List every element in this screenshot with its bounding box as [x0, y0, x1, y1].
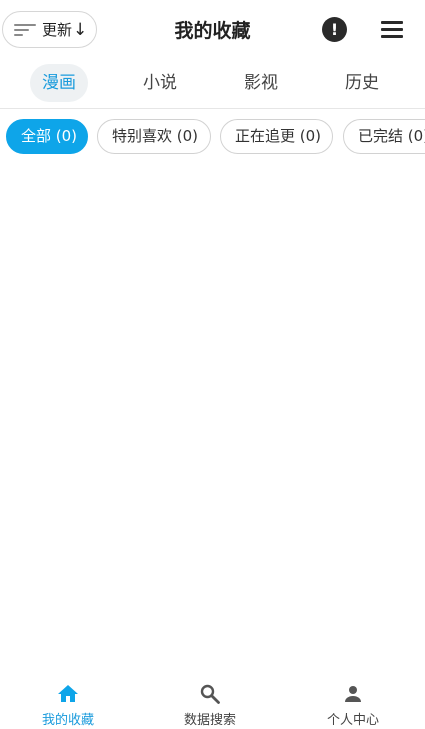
tab-history[interactable]: 历史 [333, 64, 391, 102]
tab-manga[interactable]: 漫画 [30, 64, 88, 102]
filter-chip-ongoing[interactable]: 正在追更 (0) [220, 119, 333, 154]
nav-label: 个人中心 [326, 713, 379, 728]
person-icon [345, 686, 361, 702]
filter-chips: 全部 (0) 特别喜欢 (0) 正在追更 (0) 已完结 (0) [0, 119, 425, 155]
alert-icon[interactable]: ! [322, 17, 347, 42]
tab-novel[interactable]: 小说 [131, 64, 189, 102]
tab-video[interactable]: 影视 [232, 64, 290, 102]
search-icon [200, 684, 220, 704]
top-bar: 更新 ↓ 我的收藏 ! [0, 0, 425, 60]
nav-data-search[interactable]: 数据搜索 [160, 672, 260, 729]
bottom-nav: 我的收藏 数据搜索 个人中心 [0, 672, 425, 729]
nav-personal-center[interactable]: 个人中心 [303, 672, 403, 729]
filter-chip-all[interactable]: 全部 (0) [6, 119, 88, 154]
nav-label: 数据搜索 [183, 713, 236, 728]
home-icon [58, 685, 78, 702]
sort-icon [14, 22, 36, 38]
filter-chip-completed[interactable]: 已完结 (0) [343, 119, 425, 154]
nav-my-favorites[interactable]: 我的收藏 [18, 672, 118, 729]
filter-chip-favorite[interactable]: 特别喜欢 (0) [97, 119, 211, 154]
sort-direction-arrow-icon: ↓ [73, 19, 88, 40]
category-tabs: 漫画 小说 影视 历史 [0, 64, 425, 104]
nav-label: 我的收藏 [41, 713, 94, 728]
menu-icon[interactable] [381, 21, 403, 38]
sort-button[interactable]: 更新 ↓ [2, 11, 97, 48]
sort-label: 更新 [42, 21, 73, 39]
tabs-divider [0, 108, 425, 109]
